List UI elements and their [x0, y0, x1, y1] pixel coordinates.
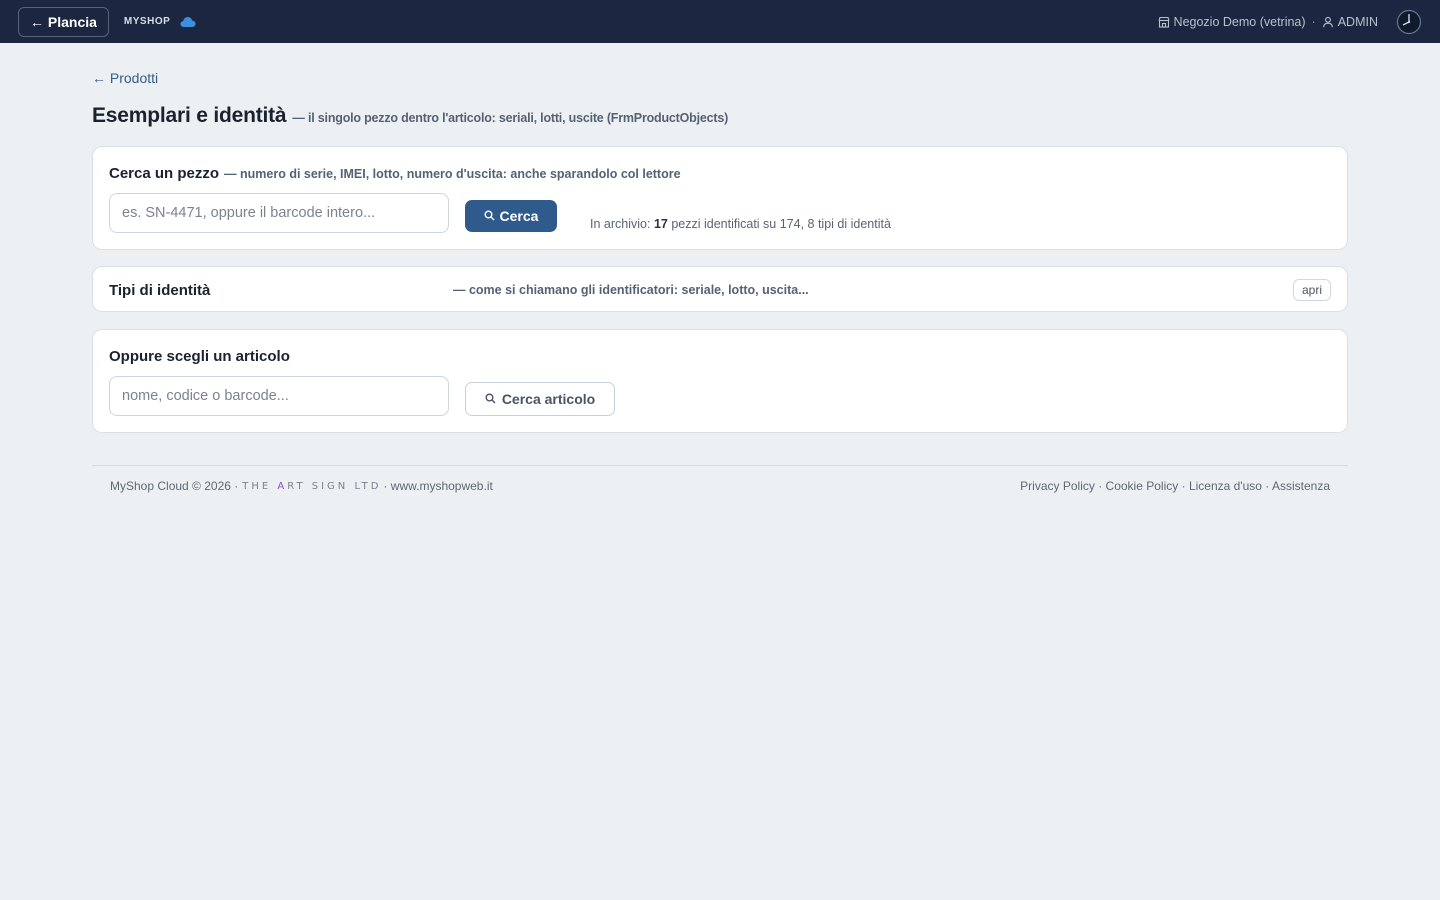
top-bar: ← Plancia MYSHOP Negozio Demo (vetrina) … — [0, 0, 1440, 43]
identity-types-title: Tipi di identità — [109, 282, 211, 299]
search-piece-title: Cerca un pezzo — [109, 165, 220, 182]
artsign-rest: RT SIGN LTD — [287, 480, 382, 492]
choose-article-title: Oppure scegli un articolo — [109, 348, 290, 365]
choose-article-card: Oppure scegli un articolo Cerca articolo — [92, 329, 1348, 433]
archive-suffix: pezzi identificati su 174, 8 tipi di ide… — [671, 217, 891, 231]
back-to-dashboard-label: ← Plancia — [30, 13, 97, 30]
archive-count: 17 — [653, 217, 668, 231]
footer-link-separator: · — [1098, 479, 1103, 493]
identity-types-card[interactable]: Tipi di identità — come si chiamano gli … — [92, 266, 1348, 312]
store-icon — [1158, 16, 1170, 28]
topbar-separator: · — [1311, 14, 1316, 29]
user-icon — [1322, 16, 1334, 28]
footer-link-separator: · — [1181, 479, 1186, 493]
topbar-account-area: Negozio Demo (vetrina) · ADMIN — [1158, 9, 1422, 35]
search-piece-card: Cerca un pezzo — numero di serie, IMEI, … — [92, 146, 1348, 250]
article-search-input[interactable] — [109, 376, 449, 416]
search-piece-header: Cerca un pezzo — numero di serie, IMEI, … — [109, 165, 681, 182]
cloud-icon — [180, 16, 196, 28]
search-piece-hint: — numero di serie, IMEI, lotto, numero d… — [224, 167, 681, 181]
artsign-the: THE — [242, 480, 272, 492]
user-name[interactable]: ADMIN — [1338, 15, 1378, 29]
copyright-text: MyShop Cloud © 2026 · — [110, 479, 239, 493]
store-name[interactable]: Negozio Demo (vetrina) — [1174, 15, 1306, 29]
back-to-dashboard-button[interactable]: ← Plancia — [18, 6, 109, 37]
clock-icon[interactable] — [1396, 9, 1422, 35]
footer-link-separator: · — [1265, 479, 1270, 493]
search-icon — [485, 391, 496, 407]
footer-copyright: MyShop Cloud © 2026 · THE ART SIGN LTD ·… — [110, 479, 493, 493]
footer-divider — [92, 465, 1348, 466]
piece-search-input[interactable] — [109, 193, 449, 233]
page-subtitle: — il singolo pezzo dentro l'articolo: se… — [292, 111, 729, 125]
cookie-policy-link[interactable]: Cookie Policy — [1106, 479, 1179, 493]
archive-stats: In archivio: 17 pezzi identificati su 17… — [590, 217, 891, 231]
support-link[interactable]: Assistenza — [1272, 479, 1330, 493]
website-link[interactable]: · www.myshopweb.it — [383, 479, 492, 493]
identity-types-hint: — come si chiamano gli identificatori: s… — [453, 283, 809, 297]
license-link[interactable]: Licenza d'uso — [1189, 479, 1262, 493]
the-art-sign-logo[interactable]: THE ART SIGN LTD — [242, 481, 381, 492]
page-header: Esemplari e identità — il singolo pezzo … — [92, 104, 728, 128]
page-title: Esemplari e identità — [92, 104, 287, 127]
search-article-button-label: Cerca articolo — [501, 391, 596, 407]
search-icon — [484, 208, 495, 224]
archive-prefix: In archivio: — [590, 217, 651, 231]
open-identity-types-button[interactable]: apri — [1292, 279, 1331, 301]
brand-logo-text: MYSHOP — [123, 16, 171, 27]
choose-article-header: Oppure scegli un articolo — [109, 348, 290, 365]
footer-links: Privacy Policy · Cookie Policy · Licenza… — [1020, 479, 1330, 493]
search-piece-button[interactable]: Cerca — [465, 200, 557, 232]
search-article-button[interactable]: Cerca articolo — [465, 382, 615, 416]
artsign-a: A — [277, 480, 288, 492]
privacy-policy-link[interactable]: Privacy Policy — [1020, 479, 1095, 493]
search-piece-button-label: Cerca — [499, 208, 539, 224]
breadcrumb-prodotti-link[interactable]: ← Prodotti — [92, 70, 158, 86]
